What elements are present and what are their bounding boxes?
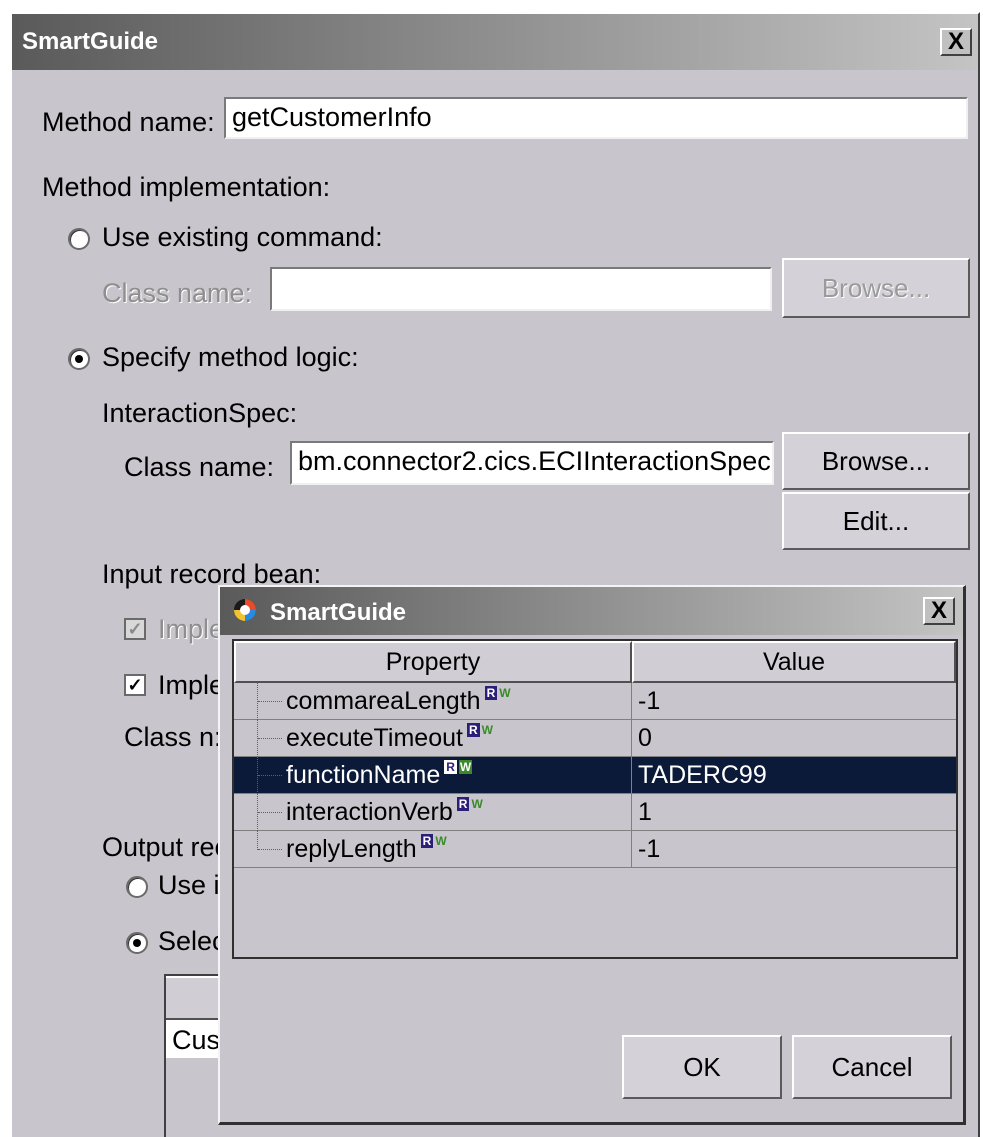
app-icon bbox=[234, 599, 256, 621]
window-close-button[interactable]: X bbox=[940, 28, 972, 56]
specify-method-logic-radio[interactable] bbox=[68, 348, 90, 370]
cancel-button[interactable]: Cancel bbox=[792, 1035, 952, 1099]
interaction-spec-label: InteractionSpec: bbox=[102, 398, 298, 428]
existing-browse-button[interactable]: Browse... bbox=[782, 258, 970, 318]
column-separator bbox=[631, 794, 632, 830]
method-name-input[interactable]: getCustomerInfo bbox=[224, 97, 968, 139]
select-output-radio[interactable] bbox=[126, 932, 148, 954]
input-class-name-label: Class n: bbox=[124, 722, 222, 752]
method-implementation-label: Method implementation: bbox=[42, 172, 331, 202]
close-icon: X bbox=[930, 597, 947, 624]
tree-branch bbox=[258, 738, 282, 739]
property-name: commareaLength bbox=[286, 687, 481, 715]
readable-icon: R bbox=[444, 760, 457, 774]
existing-class-name-label: Class name: bbox=[102, 278, 253, 308]
window-titlebar[interactable]: SmartGuide X bbox=[12, 14, 978, 70]
use-existing-output-radio[interactable] bbox=[126, 876, 148, 898]
property-row-replyLength[interactable]: replyLength R W -1 bbox=[234, 831, 956, 868]
writable-icon: W bbox=[481, 723, 493, 737]
use-existing-output-label: Use i bbox=[158, 870, 220, 900]
readable-icon: R bbox=[420, 834, 434, 848]
property-value-cell[interactable]: 1 bbox=[638, 794, 652, 831]
column-separator bbox=[631, 757, 632, 793]
spec-class-name-input[interactable]: bm.connector2.cics.ECIInteractionSpec bbox=[290, 441, 774, 485]
output-record-label: Output rec bbox=[102, 832, 229, 862]
tree-branch bbox=[258, 775, 282, 776]
implements-label-2: Imple bbox=[158, 670, 225, 700]
value-column-header[interactable]: Value bbox=[632, 641, 956, 683]
implements-label-1: Imple bbox=[158, 614, 225, 644]
select-output-label: Selec bbox=[158, 926, 226, 956]
use-existing-command-label: Use existing command: bbox=[102, 222, 383, 252]
tree-line bbox=[257, 831, 258, 850]
property-editor-dialog: SmartGuide X Property Value commareaLeng… bbox=[218, 585, 966, 1125]
property-name-cell: executeTimeout R W bbox=[286, 720, 493, 757]
property-name: interactionVerb bbox=[286, 798, 453, 826]
spec-class-name-label: Class name: bbox=[124, 452, 275, 482]
property-name: replyLength bbox=[286, 835, 417, 863]
readable-icon: R bbox=[466, 723, 480, 737]
property-name-cell: functionName R W bbox=[286, 757, 473, 794]
close-icon: X bbox=[947, 28, 964, 55]
output-table-cell: Cus bbox=[172, 1025, 221, 1055]
property-value-cell[interactable]: TADERC99 bbox=[638, 757, 767, 794]
column-separator bbox=[631, 831, 632, 867]
tree-branch bbox=[258, 701, 282, 702]
property-value-cell[interactable]: 0 bbox=[638, 720, 652, 757]
property-value-cell[interactable]: -1 bbox=[638, 683, 660, 720]
dialog-close-button[interactable]: X bbox=[923, 597, 955, 625]
implements-checkbox-2[interactable]: ✓ bbox=[124, 674, 146, 696]
property-name-cell: interactionVerb R W bbox=[286, 794, 483, 831]
spec-edit-button[interactable]: Edit... bbox=[782, 492, 970, 550]
tree-branch bbox=[258, 812, 282, 813]
writable-icon: W bbox=[499, 686, 511, 700]
specify-method-logic-label: Specify method logic: bbox=[102, 342, 359, 372]
property-row-interactionVerb[interactable]: interactionVerb R W 1 bbox=[234, 794, 956, 831]
column-separator bbox=[631, 720, 632, 756]
property-grid[interactable]: Property Value commareaLength R W -1 execute… bbox=[232, 639, 958, 959]
property-name: executeTimeout bbox=[286, 724, 463, 752]
implements-checkbox-1[interactable]: ✓ bbox=[124, 618, 146, 640]
dialog-titlebar[interactable]: SmartGuide X bbox=[220, 587, 963, 635]
existing-class-name-input[interactable] bbox=[270, 267, 772, 311]
window-title: SmartGuide bbox=[22, 28, 159, 55]
spec-browse-button[interactable]: Browse... bbox=[782, 432, 970, 490]
tree-branch bbox=[258, 849, 282, 850]
column-separator bbox=[631, 683, 632, 719]
writable-icon: W bbox=[435, 834, 447, 848]
property-row-executeTimeout[interactable]: executeTimeout R W 0 bbox=[234, 720, 956, 757]
property-row-commareaLength[interactable]: commareaLength R W -1 bbox=[234, 683, 956, 720]
readable-icon: R bbox=[484, 686, 498, 700]
property-column-header[interactable]: Property bbox=[234, 641, 632, 683]
property-value-cell[interactable]: -1 bbox=[638, 831, 660, 868]
property-name-cell: replyLength R W bbox=[286, 831, 447, 868]
dialog-title: SmartGuide bbox=[270, 599, 407, 626]
property-name-cell: commareaLength R W bbox=[286, 683, 511, 720]
property-name: functionName bbox=[286, 761, 441, 789]
method-name-label: Method name: bbox=[42, 107, 215, 137]
readable-icon: R bbox=[456, 797, 470, 811]
ok-button[interactable]: OK bbox=[622, 1035, 782, 1099]
property-row-functionName[interactable]: functionName R W TADERC99 bbox=[234, 757, 956, 794]
use-existing-command-radio[interactable] bbox=[68, 228, 90, 250]
writable-icon: W bbox=[471, 797, 483, 811]
writable-icon: W bbox=[458, 760, 473, 774]
